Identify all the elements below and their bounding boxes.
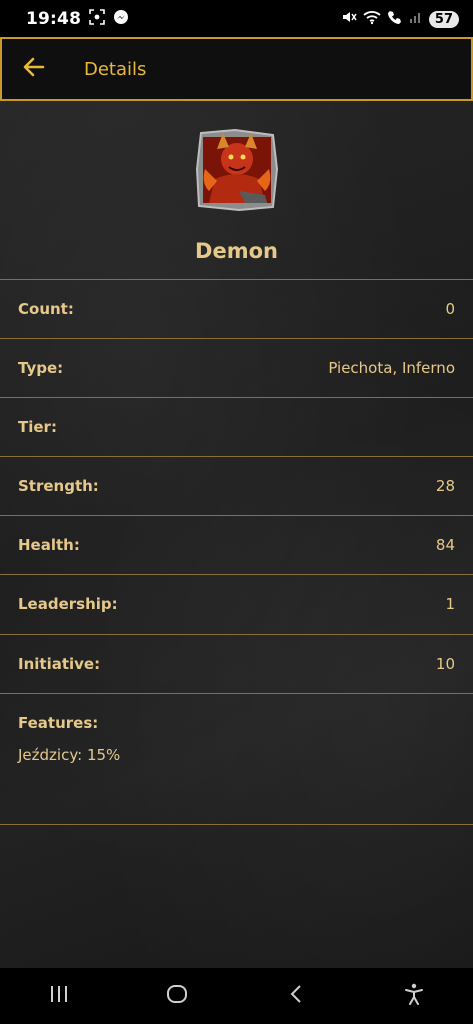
arrow-left-icon	[23, 56, 45, 82]
features-section: Features: Jeździcy: 15%	[0, 693, 473, 825]
wifi-icon	[363, 9, 381, 30]
stat-value: 1	[445, 595, 455, 613]
accessibility-icon	[404, 983, 424, 1009]
stat-row-tier: Tier:	[0, 397, 473, 456]
chevron-left-icon	[289, 984, 303, 1008]
back-button[interactable]	[2, 39, 66, 99]
system-nav-bar	[0, 968, 473, 1024]
stat-label: Tier:	[18, 418, 57, 436]
stat-value: 0	[445, 300, 455, 318]
stat-label: Type:	[18, 359, 64, 377]
wifi-calling-icon	[387, 9, 403, 30]
system-back-button[interactable]	[266, 968, 326, 1024]
recent-apps-button[interactable]	[29, 968, 89, 1024]
stat-label: Count:	[18, 300, 74, 318]
home-icon	[166, 983, 188, 1009]
stat-label: Strength:	[18, 477, 99, 495]
stat-row-leadership: Leadership: 1	[0, 574, 473, 633]
stat-value: 84	[435, 536, 455, 554]
stat-row-type: Type: Piechota, Inferno	[0, 338, 473, 397]
messenger-icon	[113, 9, 129, 30]
page-title: Details	[84, 58, 147, 80]
signal-icon	[409, 9, 423, 29]
stat-row-initiative: Initiative: 10	[0, 634, 473, 693]
stat-value: Piechota, Inferno	[328, 359, 455, 377]
app-bar: Details	[0, 37, 473, 101]
features-label: Features:	[18, 714, 99, 732]
mute-icon	[341, 9, 357, 30]
status-time: 19:48	[26, 9, 82, 29]
status-icons: 57	[341, 9, 459, 30]
status-bar: 19:48 57	[0, 0, 473, 38]
feature-item: Jeździcy: 15%	[18, 746, 121, 764]
unit-name: Demon	[195, 239, 278, 263]
screenshot-icon	[89, 8, 105, 30]
stat-row-count: Count: 0	[0, 279, 473, 338]
accessibility-button[interactable]	[384, 968, 444, 1024]
recent-apps-icon	[49, 985, 69, 1007]
stat-label: Health:	[18, 536, 80, 554]
home-button[interactable]	[147, 968, 207, 1024]
battery-indicator: 57	[428, 10, 459, 28]
details-content: Demon Count: 0 Type: Piechota, Inferno T…	[0, 101, 473, 968]
stat-row-strength: Strength: 28	[0, 456, 473, 515]
stat-value: 28	[435, 477, 455, 495]
stat-row-health: Health: 84	[0, 515, 473, 574]
demon-portrait	[195, 128, 279, 212]
stat-value: 10	[435, 655, 455, 673]
stat-label: Leadership:	[18, 595, 118, 613]
status-left: 19:48	[26, 8, 129, 30]
stat-label: Initiative:	[18, 655, 101, 673]
